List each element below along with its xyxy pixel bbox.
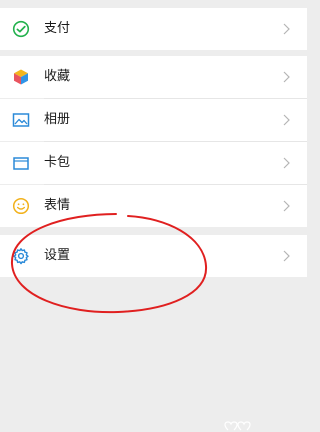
menu-item-pay[interactable]: 支付 <box>0 8 307 50</box>
menu-item-label: 支付 <box>44 21 71 36</box>
top-spacer <box>0 0 307 6</box>
faint-heart-icon <box>224 421 251 431</box>
chevron-right-icon <box>283 250 290 262</box>
chevron-right-icon <box>283 71 290 83</box>
favorites-cube-icon <box>14 69 28 85</box>
wechat-pay-icon <box>12 20 30 38</box>
menu-item-label: 卡包 <box>44 155 71 170</box>
chevron-right-icon <box>283 200 290 212</box>
menu-item-cards[interactable]: 卡包 <box>0 142 307 184</box>
chevron-right-icon <box>283 23 290 35</box>
annotation-ellipse <box>10 213 208 314</box>
menu-item-label: 相册 <box>44 112 71 127</box>
menu-item-label: 收藏 <box>44 69 71 84</box>
album-icon <box>12 113 30 127</box>
menu-item-album[interactable]: 相册 <box>0 99 307 141</box>
menu-item-favorites[interactable]: 收藏 <box>0 56 307 98</box>
card-wallet-icon <box>13 157 29 170</box>
chevron-right-icon <box>283 114 290 126</box>
chevron-right-icon <box>283 157 290 169</box>
